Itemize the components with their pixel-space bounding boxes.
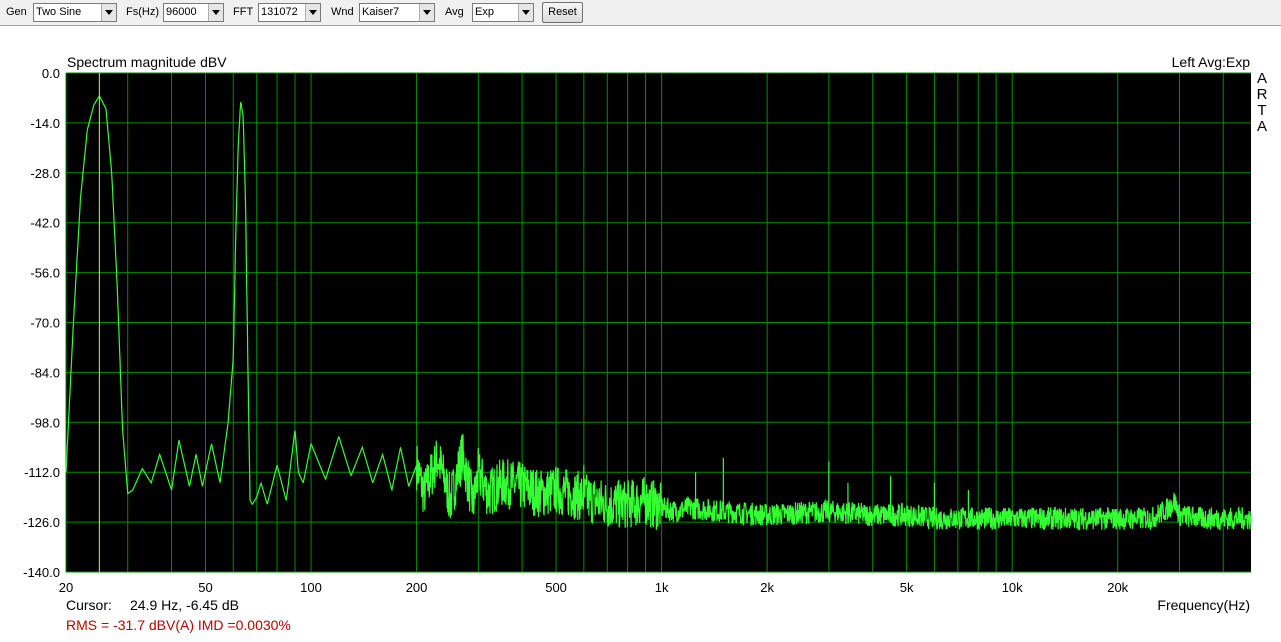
x-tick-label: 50 — [198, 580, 212, 595]
x-tick-label: 500 — [545, 580, 567, 595]
x-tick-label: 100 — [300, 580, 322, 595]
cursor-readout: 24.9 Hz, -6.45 dB — [130, 597, 239, 613]
avg-label: Avg — [445, 6, 464, 18]
y-tick-label: -112.0 — [24, 465, 60, 480]
fft-label: FFT — [233, 6, 254, 18]
x-tick-label: 5k — [900, 580, 914, 595]
x-tick-label: 10k — [1002, 580, 1023, 595]
chevron-down-icon[interactable] — [305, 4, 320, 21]
arta-watermark: ARTA — [1257, 70, 1268, 135]
cursor-label: Cursor: — [66, 597, 112, 613]
generator-select[interactable]: Two Sine — [33, 3, 117, 22]
sample-rate-select[interactable]: 96000 — [163, 3, 224, 22]
toolbar: Gen Two Sine Fs(Hz) 96000 FFT 131072 Wnd… — [0, 0, 1281, 26]
averaging-select[interactable]: Exp — [472, 3, 534, 22]
watermark-letter: R — [1257, 86, 1268, 103]
x-tick-label: 1k — [655, 580, 669, 595]
watermark-letter: A — [1257, 70, 1267, 87]
channel-info: Left Avg:Exp — [1172, 54, 1251, 70]
chart-title: Spectrum magnitude dBV — [67, 54, 227, 70]
y-tick-label: -42.0 — [30, 216, 60, 231]
spectrum-chart[interactable]: Spectrum magnitude dBV Left Avg:Exp ARTA… — [0, 26, 1281, 637]
averaging-value: Exp — [475, 6, 494, 18]
y-tick-label: -140.0 — [23, 565, 60, 580]
fft-size-select[interactable]: 131072 — [258, 3, 321, 22]
y-tick-label: -28.0 — [30, 166, 60, 181]
fs-label: Fs(Hz) — [126, 6, 159, 18]
watermark-letter: A — [1257, 118, 1267, 135]
y-tick-label: -14.0 — [30, 116, 60, 131]
rms-imd-readout: RMS = -31.7 dBV(A) IMD =0.0030% — [66, 617, 291, 633]
watermark-letter: T — [1257, 102, 1266, 119]
chevron-down-icon[interactable] — [101, 4, 116, 21]
x-axis-label: Frequency(Hz) — [1157, 597, 1250, 613]
window-select[interactable]: Kaiser7 — [359, 3, 435, 22]
chevron-down-icon[interactable] — [518, 4, 533, 21]
reset-button[interactable]: Reset — [542, 2, 583, 23]
y-tick-label: -70.0 — [30, 316, 60, 331]
fft-size-value: 131072 — [261, 6, 298, 18]
y-tick-label: 0.0 — [42, 66, 60, 81]
y-tick-label: -98.0 — [30, 415, 60, 430]
y-tick-label: -126.0 — [23, 515, 60, 530]
x-tick-label: 200 — [406, 580, 428, 595]
spectrum-panel: Spectrum magnitude dBV Left Avg:Exp ARTA… — [0, 26, 1281, 637]
gen-label: Gen — [6, 6, 27, 18]
y-tick-label: -84.0 — [30, 365, 60, 380]
generator-value: Two Sine — [36, 6, 82, 18]
window-value: Kaiser7 — [362, 6, 400, 18]
x-tick-label: 20 — [59, 580, 73, 595]
y-tick-label: -56.0 — [30, 266, 60, 281]
wnd-label: Wnd — [331, 6, 354, 18]
chevron-down-icon[interactable] — [419, 4, 434, 21]
x-tick-label: 2k — [760, 580, 774, 595]
sample-rate-value: 96000 — [166, 6, 197, 18]
x-tick-label: 20k — [1107, 580, 1128, 595]
chevron-down-icon[interactable] — [208, 4, 223, 21]
